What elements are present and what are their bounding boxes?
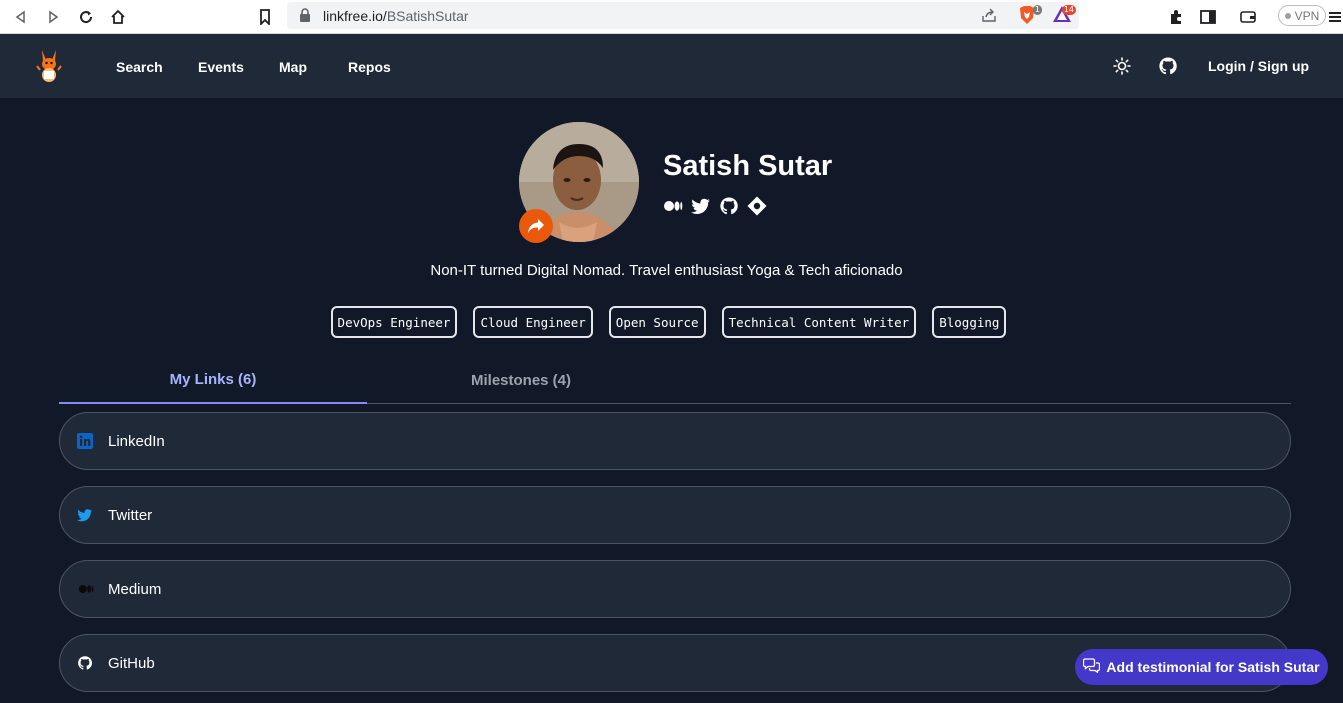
profile-tags: DevOps Engineer Cloud Engineer Open Sour… xyxy=(0,306,1343,338)
profile-bio: Non-IT turned Digital Nomad. Travel enth… xyxy=(430,262,903,279)
add-testimonial-button[interactable]: Add testimonial for Satish Sutar xyxy=(1075,649,1328,685)
nav-events[interactable]: Events xyxy=(198,59,244,75)
tag-chip[interactable]: Open Source xyxy=(608,306,706,338)
tag-chip[interactable]: Technical Content Writer xyxy=(721,306,917,338)
site-navbar: Search Events Map Repos Login / Sign up xyxy=(0,34,1343,98)
medium-icon[interactable] xyxy=(663,196,683,216)
vpn-button[interactable]: VPN xyxy=(1278,5,1326,26)
nav-search[interactable]: Search xyxy=(116,59,163,75)
lock-icon xyxy=(299,8,313,22)
url-domain: linkfree.io/ xyxy=(323,8,387,24)
link-label: Twitter xyxy=(108,506,153,524)
forward-icon[interactable] xyxy=(42,6,64,28)
link-card-medium[interactable]: Medium xyxy=(59,560,1291,618)
address-bar[interactable]: linkfree.io/BSatishSutar xyxy=(287,2,1079,29)
github-icon[interactable] xyxy=(719,196,739,216)
url-text: linkfree.io/BSatishSutar xyxy=(323,8,469,24)
theme-toggle-sun-icon[interactable] xyxy=(1112,56,1132,76)
share-page-icon[interactable] xyxy=(981,7,997,23)
share-arrow-icon xyxy=(528,219,544,233)
medium-icon xyxy=(77,581,94,597)
login-signup-link[interactable]: Login / Sign up xyxy=(1208,58,1309,74)
browser-toolbar: linkfree.io/BSatishSutar 1 14 VPN xyxy=(0,0,1343,34)
reload-icon[interactable] xyxy=(75,6,97,28)
home-icon[interactable] xyxy=(107,6,129,28)
tab-my-links[interactable]: My Links (6) xyxy=(59,356,367,404)
tab-milestones[interactable]: Milestones (4) xyxy=(367,356,675,404)
tag-chip[interactable]: DevOps Engineer xyxy=(330,306,458,338)
linkfree-logo[interactable] xyxy=(34,48,64,84)
tag-chip[interactable]: Blogging xyxy=(932,306,1007,338)
brave-shield-icon[interactable]: 1 xyxy=(1018,5,1042,25)
github-icon xyxy=(77,655,93,671)
link-label: Medium xyxy=(108,580,162,598)
link-card-linkedin[interactable]: LinkedIn xyxy=(59,412,1291,470)
extensions-icon[interactable] xyxy=(1165,6,1187,28)
website-icon[interactable] xyxy=(747,196,767,216)
back-icon[interactable] xyxy=(10,6,32,28)
github-icon[interactable] xyxy=(1158,56,1178,76)
link-label: LinkedIn xyxy=(108,432,165,450)
nav-repos[interactable]: Repos xyxy=(348,59,391,75)
twitter-icon xyxy=(77,507,93,523)
share-profile-button[interactable] xyxy=(519,209,553,243)
url-path: BSatishSutar xyxy=(386,8,469,24)
vpn-label: VPN xyxy=(1294,8,1320,23)
profile-tabs: My Links (6) Milestones (4) xyxy=(59,356,1291,404)
link-label: GitHub xyxy=(108,654,155,672)
add-testimonial-label: Add testimonial for Satish Sutar xyxy=(1106,659,1320,675)
rewards-badge: 14 xyxy=(1061,5,1076,15)
wallet-icon[interactable] xyxy=(1237,6,1259,28)
twitter-icon[interactable] xyxy=(691,196,711,216)
brave-rewards-icon[interactable]: 14 xyxy=(1052,5,1076,25)
profile-name: Satish Sutar xyxy=(663,150,833,182)
social-icons xyxy=(663,196,767,216)
chat-bubbles-icon xyxy=(1083,658,1101,676)
nav-map[interactable]: Map xyxy=(279,59,307,75)
link-card-twitter[interactable]: Twitter xyxy=(59,486,1291,544)
bookmark-icon[interactable] xyxy=(254,6,276,28)
vpn-status-icon xyxy=(1284,12,1291,19)
brave-badge: 1 xyxy=(1032,5,1042,15)
linkedin-icon xyxy=(77,433,93,449)
tag-chip[interactable]: Cloud Engineer xyxy=(473,306,593,338)
menu-icon[interactable] xyxy=(1328,6,1342,28)
sidebar-icon[interactable] xyxy=(1197,6,1219,28)
